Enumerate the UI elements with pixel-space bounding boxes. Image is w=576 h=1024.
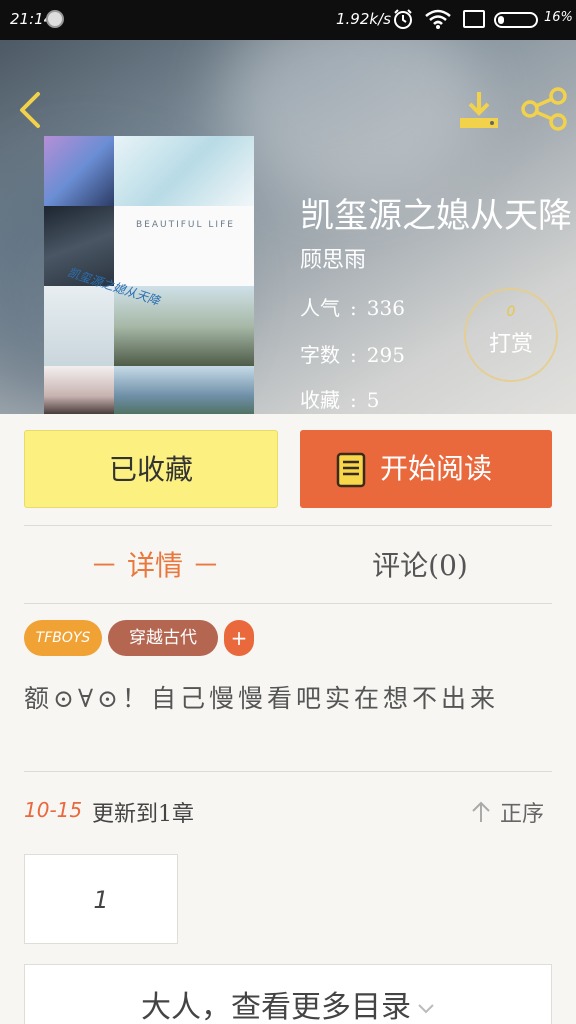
header-blur [220,40,480,200]
alarm-icon [394,9,412,29]
sort-order-button[interactable]: 正序 [470,796,552,830]
update-text: 更新到1章 [92,802,194,827]
no-sim-icon [463,10,485,28]
tag-time-travel[interactable]: 穿越古代 [108,620,218,656]
stat-word-count: 字数:295 [300,343,405,367]
cover-photo [114,366,254,414]
tip-label: 打赏 [488,332,533,357]
cover-title-text: BEAUTIFUL LIFE [136,220,235,230]
stat-value: 295 [366,343,405,367]
book-header: BEAUTIFUL LIFE 凯玺源之媳从天降 凯玺源之媳从天降 顾思雨 人气:… [0,40,576,414]
stat-label: 字数 [300,343,340,367]
battery-icon [494,12,538,28]
cover-photo [44,366,114,414]
cover-photo [114,206,254,286]
book-icon [336,452,366,488]
divider [24,771,552,772]
view-more-chapters-label: 大人，查看更多目录 [141,990,411,1024]
tab-comments[interactable]: 评论(0) [350,544,490,584]
tip-count: 0 [506,304,516,320]
stat-favorites: 收藏:5 [300,388,380,412]
book-description: 额⊙∀⊙！自己慢慢看吧实在想不出来 [24,684,499,713]
update-date: 10-15 [24,798,83,822]
wifi-icon [425,9,451,29]
notification-app-icon [46,10,64,28]
stat-value: 336 [366,296,405,320]
stat-value: 5 [366,388,380,412]
stat-label: 人气 [300,296,340,320]
stat-popularity: 人气:336 [300,296,405,320]
tab-details[interactable]: － 详情 － [80,544,230,584]
stat-label: 收藏 [300,388,340,412]
cover-photo [114,136,254,206]
start-reading-label: 开始阅读 [380,452,493,485]
network-speed: 1.92k/s [336,10,391,28]
chevron-down-icon [418,1004,434,1014]
tip-button[interactable]: 0 打赏 [464,288,558,382]
tag-tfboys[interactable]: TFBOYS [24,620,102,656]
back-chevron-icon[interactable] [12,88,48,132]
sort-order-label: 正序 [500,802,545,827]
book-author[interactable]: 顾思雨 [300,242,366,274]
collected-button[interactable]: 已收藏 [24,430,278,508]
battery-percent: 16% [544,10,573,25]
book-title: 凯玺源之媳从天降 [300,196,572,236]
chapter-item[interactable]: 1 [24,854,178,944]
divider [24,603,552,604]
divider [24,525,552,526]
book-cover[interactable]: BEAUTIFUL LIFE 凯玺源之媳从天降 [44,136,254,414]
cover-photo [44,286,114,366]
view-more-chapters-button[interactable]: 大人，查看更多目录 [24,964,552,1024]
share-icon[interactable] [520,86,568,132]
add-tag-button[interactable]: + [224,620,254,656]
battery-level [498,16,504,24]
start-reading-button[interactable]: 开始阅读 [300,430,552,508]
status-bar: 21:14 1.92k/s 16% [0,0,576,40]
download-icon[interactable] [456,88,502,132]
cover-photo [44,136,114,206]
arrow-up-icon [472,801,490,822]
